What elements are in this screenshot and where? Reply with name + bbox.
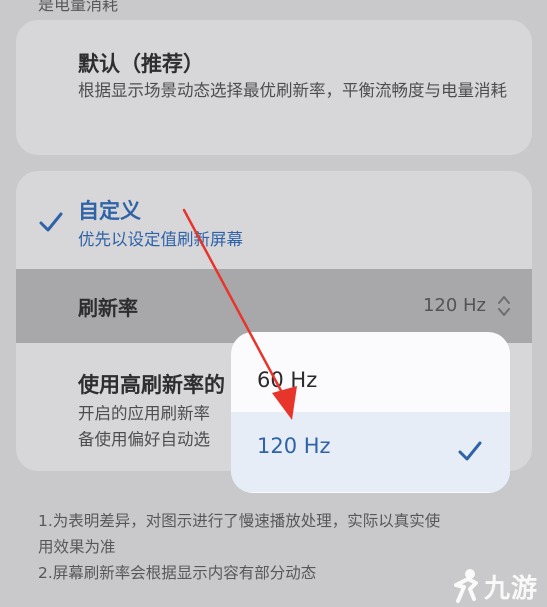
custom-option-subtitle: 优先以设定值刷新屏幕 xyxy=(78,230,243,249)
custom-option-title: 自定义 xyxy=(78,199,141,223)
default-option-description: 根据显示场景动态选择最优刷新率，平衡流畅度与电量消耗 xyxy=(78,81,507,100)
watermark-logo: 九游 xyxy=(450,565,546,605)
previous-option-description-tail: 是电量消耗 xyxy=(38,0,119,14)
popup-option-label: 120 Hz xyxy=(257,434,331,458)
default-option-title: 默认（推荐） xyxy=(78,52,204,76)
popup-option-120hz[interactable]: 120 Hz xyxy=(231,412,510,492)
footnote-line2: 用效果为准 xyxy=(38,538,116,556)
default-option-card[interactable]: 默认（推荐） 根据显示场景动态选择最优刷新率，平衡流畅度与电量消耗 xyxy=(16,20,532,155)
refresh-rate-popup: 60 Hz 120 Hz xyxy=(231,332,510,493)
refresh-rate-label: 刷新率 xyxy=(78,296,138,320)
checkmark-icon xyxy=(39,212,63,232)
watermark-text: 九游 xyxy=(484,574,539,604)
popup-option-60hz[interactable]: 60 Hz xyxy=(231,332,510,412)
high-refresh-title: 使用高刷新率的 xyxy=(78,373,225,397)
checkmark-icon xyxy=(458,441,482,461)
popup-option-label: 60 Hz xyxy=(257,368,318,392)
runner-icon xyxy=(454,569,478,603)
chevron-up-down-icon xyxy=(498,296,510,316)
refresh-rate-value: 120 Hz xyxy=(422,295,486,316)
footnote-line1: 1.为表明差异，对图示进行了慢速播放处理，实际以真实使 xyxy=(38,512,441,530)
